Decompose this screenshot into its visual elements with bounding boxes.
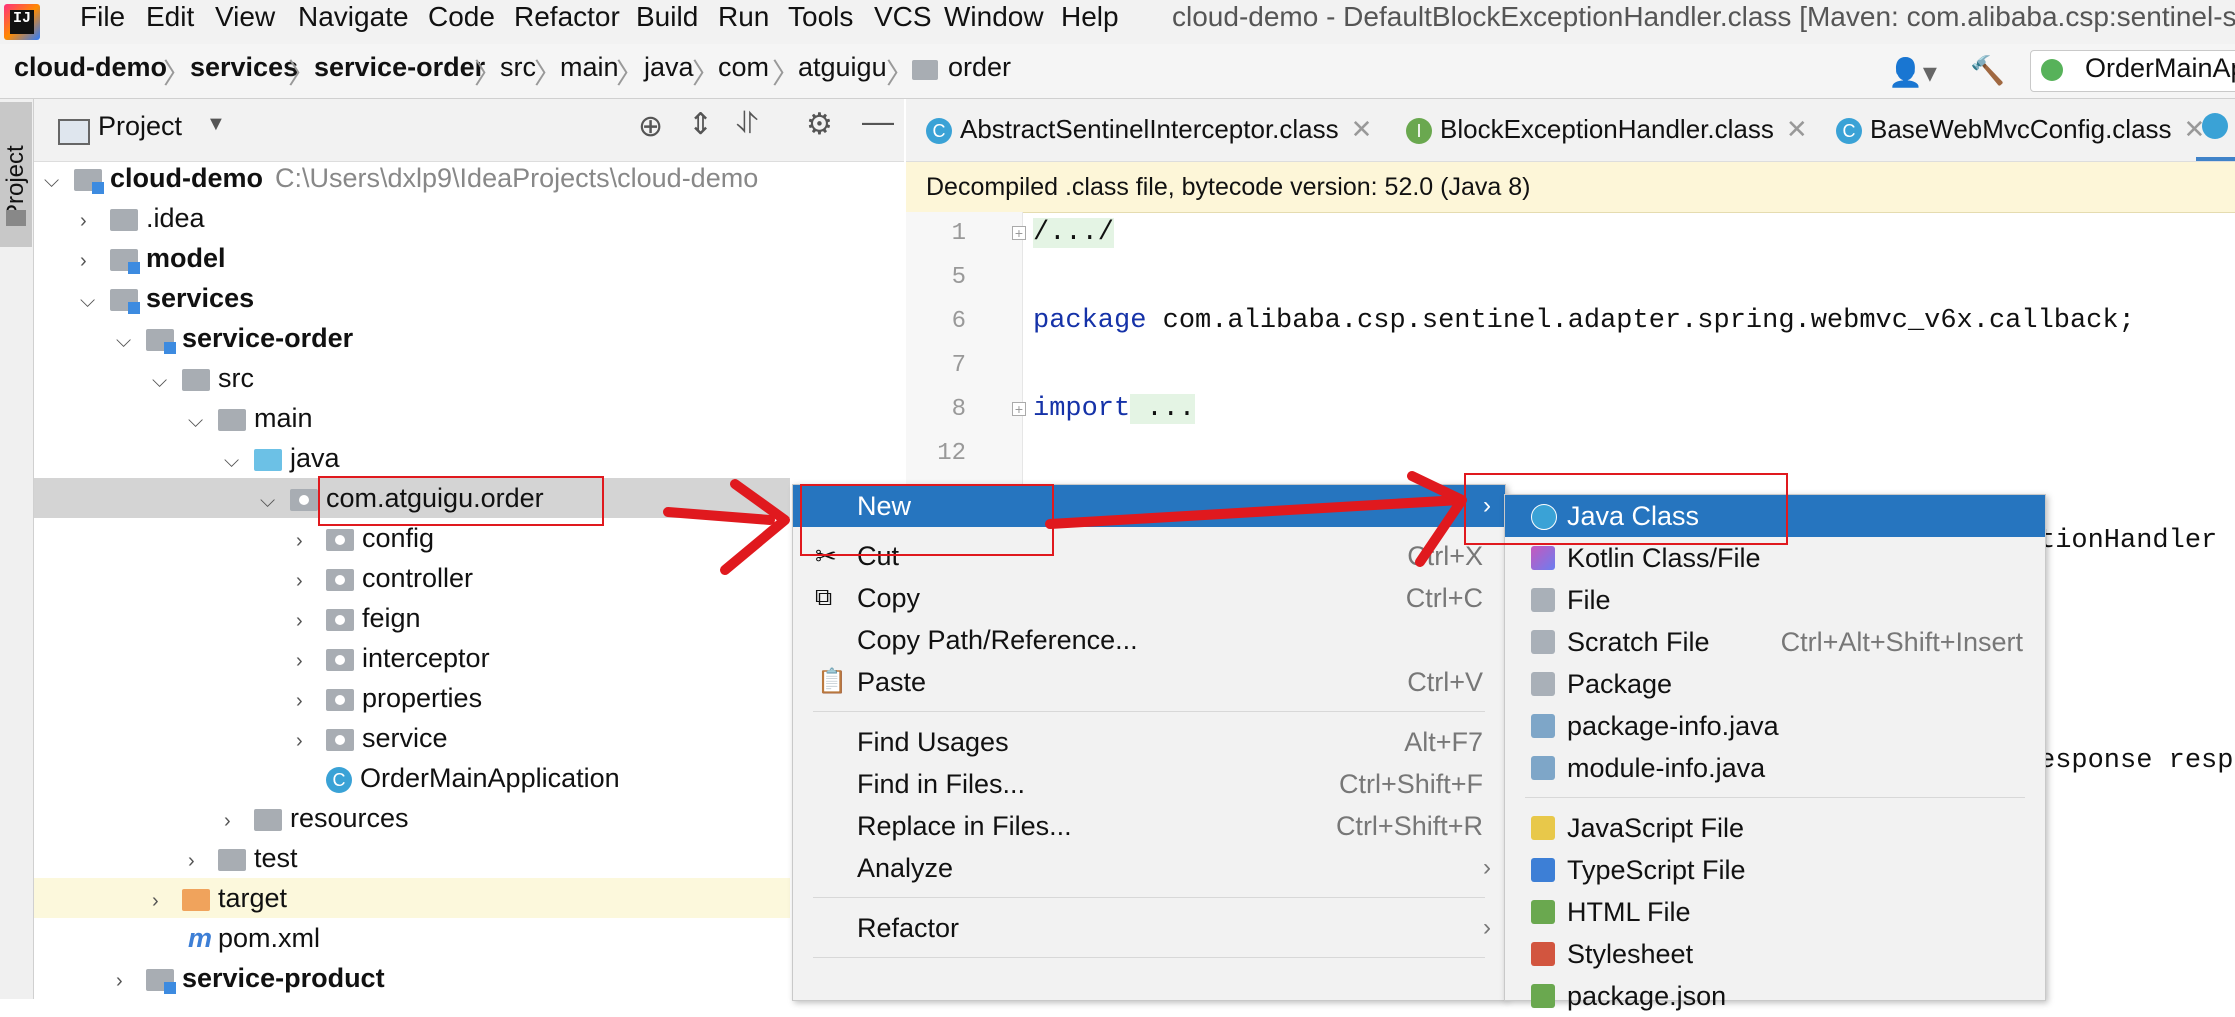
annotation-arrow-shaft [1045, 495, 1465, 529]
annotation-arrow-shaft [663, 507, 775, 525]
annotation-arrows [663, 471, 1467, 575]
annotation-arrow-head [720, 479, 790, 575]
annotation-arrow-head [1407, 471, 1467, 567]
